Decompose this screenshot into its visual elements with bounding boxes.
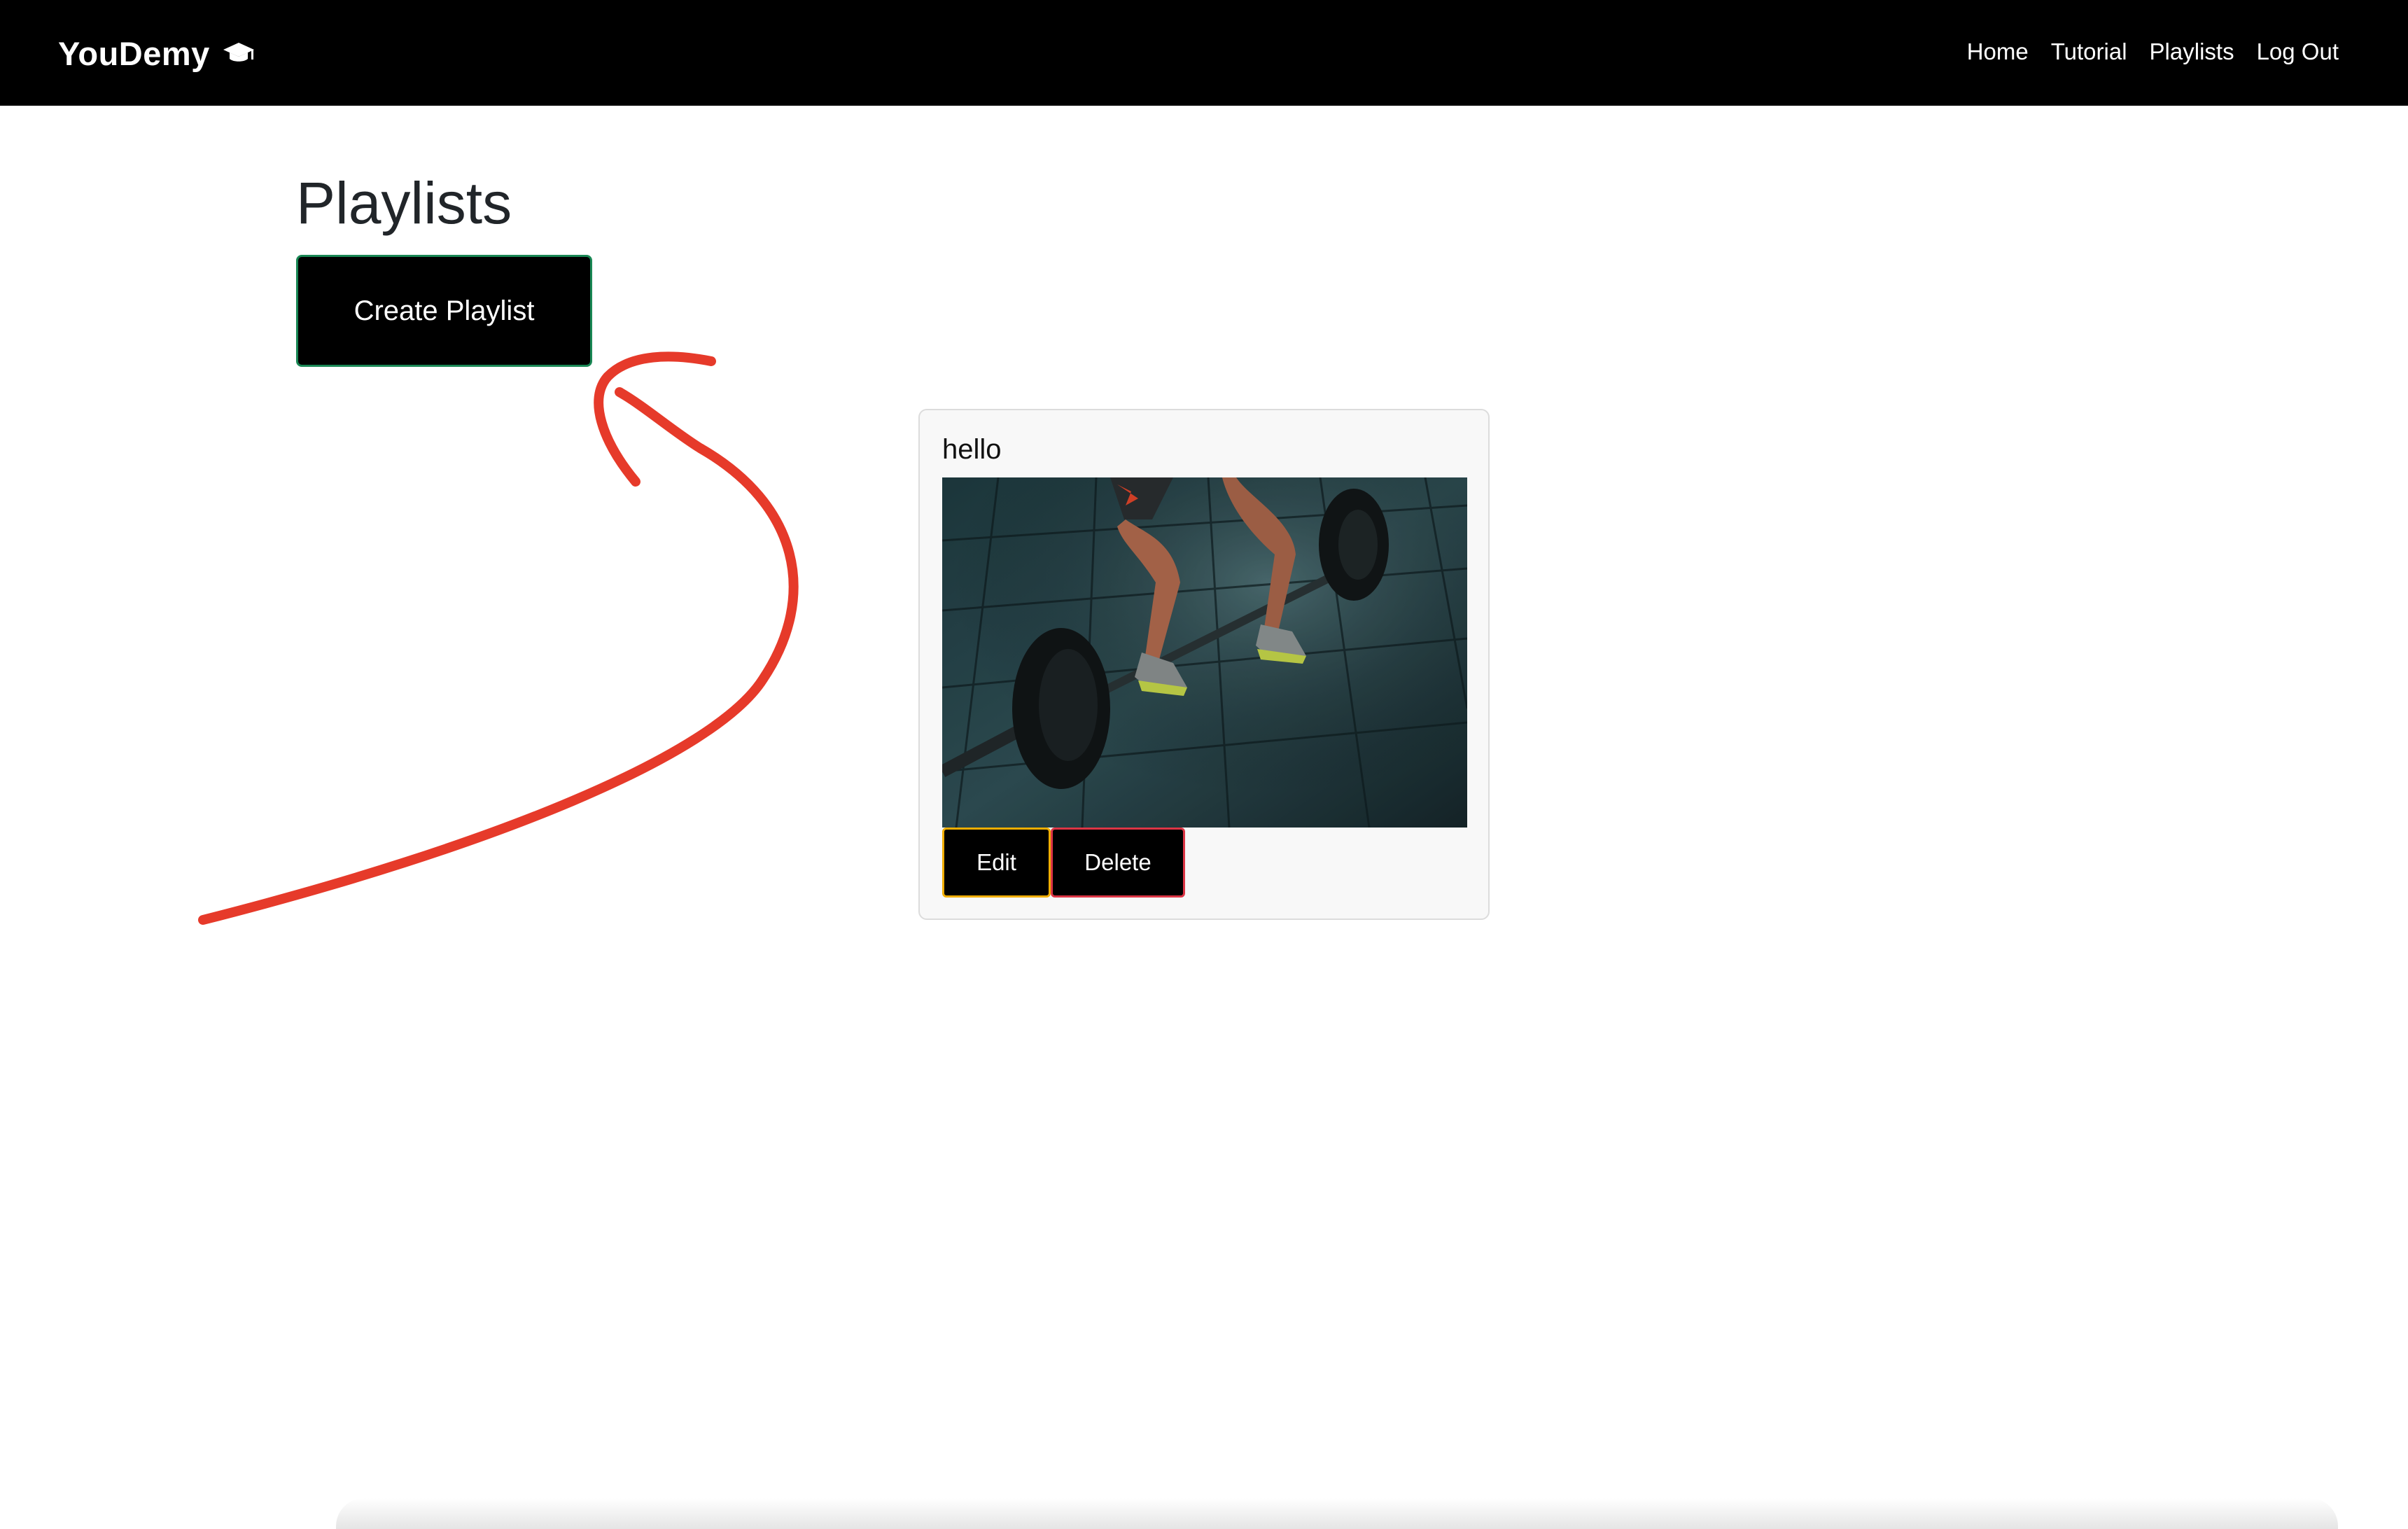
playlist-title: hello — [942, 434, 1002, 465]
playlist-thumbnail[interactable] — [942, 477, 1467, 828]
playlist-actions: Edit Delete — [942, 828, 1185, 898]
brand-name: YouDemy — [58, 34, 210, 72]
nav-playlists-link[interactable]: Playlists — [2150, 39, 2234, 65]
nav-logout-link[interactable]: Log Out — [2257, 39, 2339, 65]
create-playlist-button[interactable]: Create Playlist — [296, 255, 592, 367]
brand-link[interactable]: YouDemy — [58, 25, 255, 81]
nav-tutorial-link[interactable]: Tutorial — [2051, 39, 2127, 65]
bottom-shadow — [336, 1498, 2338, 1529]
page-title: Playlists — [296, 170, 512, 236]
nav-links: Home Tutorial Playlists Log Out — [1945, 32, 2339, 71]
delete-playlist-button[interactable]: Delete — [1051, 828, 1185, 898]
edit-playlist-button[interactable]: Edit — [942, 828, 1051, 898]
playlist-card: hello Edit Delete — [918, 409, 1490, 920]
navbar: YouDemy Home Tutorial Playlists Log Out — [0, 0, 2408, 106]
nav-home-link[interactable]: Home — [1967, 39, 2029, 65]
graduation-cap-icon — [223, 43, 254, 62]
